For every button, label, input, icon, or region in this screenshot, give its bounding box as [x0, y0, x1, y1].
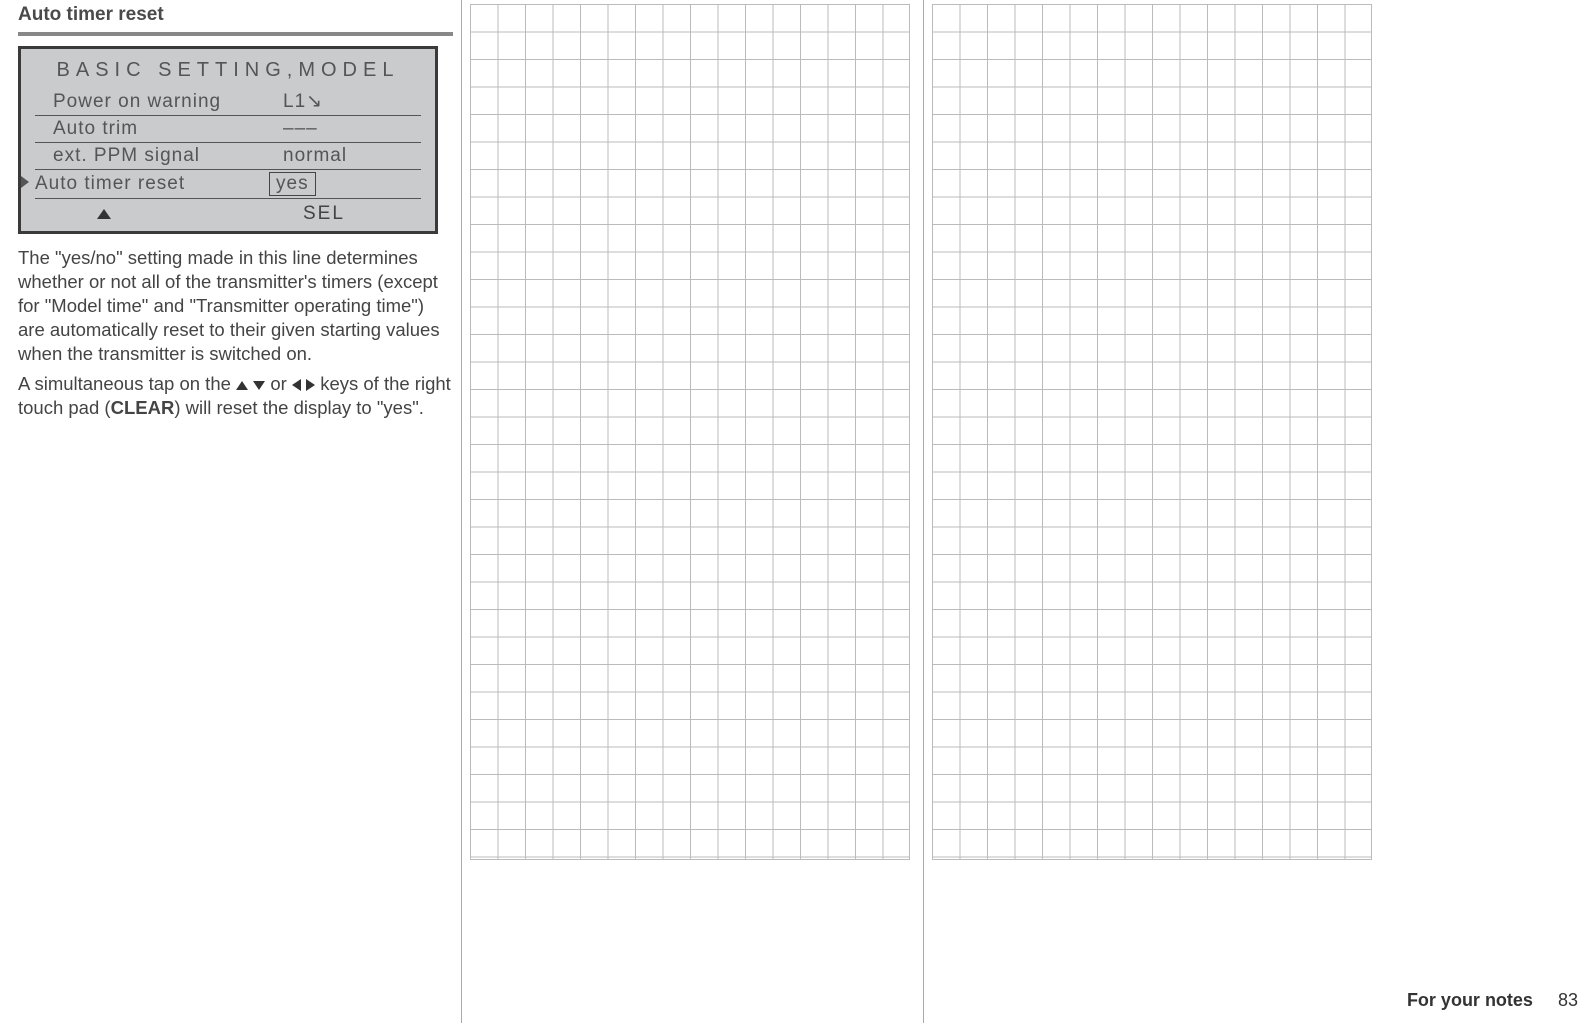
lcd-screen: BASIC SETTING,MODEL Power on warning L1↘…: [18, 46, 438, 234]
row-label: Power on warning: [53, 91, 283, 113]
row-label: ext. PPM signal: [53, 145, 283, 167]
page-footer: For your notes 83: [1407, 990, 1578, 1011]
section-title: Auto timer reset: [18, 4, 453, 26]
footer-label: For your notes: [1407, 990, 1533, 1010]
p2-part-a: A simultaneous tap on the: [18, 373, 236, 394]
lcd-footer-arrow: [35, 203, 283, 225]
grid-paper-notes: [932, 4, 1372, 860]
triangle-up-icon: [97, 209, 111, 219]
triangle-up-icon: [236, 381, 248, 390]
paragraph-1: The "yes/no" setting made in this line d…: [18, 246, 453, 366]
section-underline: [18, 32, 453, 36]
p2-part-b: or: [265, 373, 292, 394]
paragraph-2: A simultaneous tap on the or keys of the…: [18, 372, 453, 420]
row-value-boxed: yes: [269, 172, 316, 196]
row-value: –––: [283, 118, 383, 140]
row-label: Auto trim: [53, 118, 283, 140]
body-text: The "yes/no" setting made in this line d…: [18, 246, 453, 420]
triangle-right-icon: [306, 379, 315, 391]
row-value: normal: [283, 145, 383, 167]
triangle-down-icon: [253, 381, 265, 390]
triangle-left-icon: [292, 379, 301, 391]
lcd-footer: SEL: [21, 199, 435, 227]
row-indicator-icon: [21, 175, 35, 193]
lcd-row-power-on-warning: Power on warning L1↘: [35, 88, 421, 116]
footer-page-number: 83: [1558, 990, 1578, 1010]
lcd-row-auto-timer-reset: Auto timer reset yes: [35, 170, 421, 199]
triangle-right-icon: [21, 176, 29, 188]
lcd-row-auto-trim: Auto trim –––: [35, 116, 421, 143]
lcd-row-ext-ppm-signal: ext. PPM signal normal: [35, 143, 421, 170]
grid-paper-notes: [470, 4, 910, 860]
row-label: Auto timer reset: [35, 173, 269, 195]
row-value: L1↘: [283, 90, 383, 113]
p2-part-d: ) will reset the display to "yes".: [174, 397, 424, 418]
lcd-footer-sel: SEL: [283, 203, 345, 225]
p2-clear-bold: CLEAR: [111, 397, 175, 418]
lcd-header: BASIC SETTING,MODEL: [21, 53, 435, 88]
